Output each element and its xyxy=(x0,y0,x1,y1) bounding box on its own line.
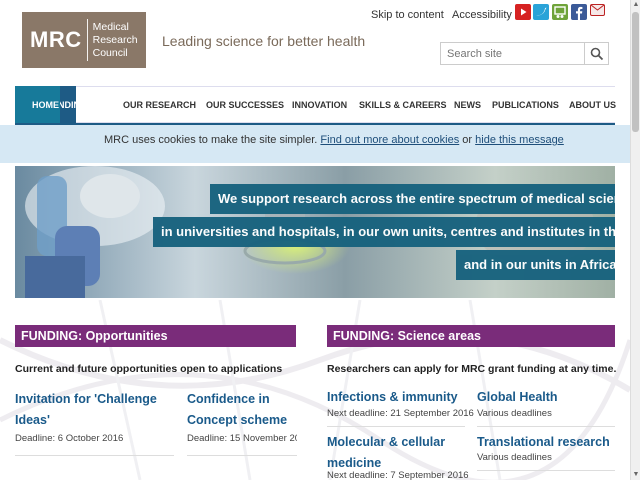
mrc-logo[interactable]: MRC Medical Research Council xyxy=(22,12,146,68)
scroll-down-arrow-icon[interactable]: ▼ xyxy=(631,470,640,480)
area-title-infections-immunity[interactable]: Infections & immunity xyxy=(327,387,458,408)
accessibility-link[interactable]: Accessibility xyxy=(452,9,512,21)
area-deadline: Various deadlines xyxy=(477,408,552,419)
cookie-message: MRC uses cookies to make the site simple… xyxy=(104,134,564,146)
opportunity-title-confidence[interactable]: Confidence in Concept scheme xyxy=(187,389,297,431)
opportunity-title-challenge-ideas[interactable]: Invitation for 'Challenge Ideas' xyxy=(15,389,175,431)
hide-cookie-message-link[interactable]: hide this message xyxy=(475,134,564,146)
nav-home[interactable]: HOME xyxy=(32,100,59,110)
logo-words: Medical Research Council xyxy=(93,21,138,60)
search-icon xyxy=(590,47,604,61)
search-input[interactable] xyxy=(440,42,585,65)
scrollbar-thumb[interactable] xyxy=(632,12,639,132)
card-divider xyxy=(15,455,174,456)
funding-science-areas-heading: FUNDING: Science areas xyxy=(327,325,615,347)
page-scrollbar[interactable]: ▲ ▼ xyxy=(630,0,640,480)
area-deadline: Next deadline: 7 September 2016 xyxy=(327,470,469,480)
area-title-global-health[interactable]: Global Health xyxy=(477,387,558,408)
funding-opportunities-heading: FUNDING: Opportunities xyxy=(15,325,296,347)
area-title-molecular-cellular[interactable]: Molecular & cellular medicine xyxy=(327,432,452,474)
email-icon[interactable] xyxy=(590,4,605,16)
area-title-translational-research[interactable]: Translational research xyxy=(477,432,610,453)
nav-skills-careers[interactable]: SKILLS & CAREERS xyxy=(359,100,447,110)
cookie-info-link[interactable]: Find out more about cookies xyxy=(320,134,459,146)
hero-banner: We support research across the entire sp… xyxy=(15,166,615,298)
cookie-text: MRC uses cookies to make the site simple… xyxy=(104,134,318,146)
hero-text-line-1: We support research across the entire sp… xyxy=(210,184,615,214)
card-divider xyxy=(477,470,615,471)
logo-separator xyxy=(86,19,88,61)
cookie-or: or xyxy=(462,134,473,146)
opportunity-deadline: Deadline: 15 November 2016 xyxy=(187,433,297,444)
scroll-up-arrow-icon[interactable]: ▲ xyxy=(631,0,640,10)
hero-text-line-3: and in our units in Africa. xyxy=(456,250,615,280)
nav-innovation[interactable]: INNOVATION xyxy=(292,100,347,110)
twitter-icon[interactable] xyxy=(533,4,549,20)
logo-line-1: Medical xyxy=(92,20,129,33)
tagline: Leading science for better health xyxy=(162,33,366,49)
hero-text-line-2: in universities and hospitals, in our ow… xyxy=(153,217,615,247)
area-deadline: Various deadlines xyxy=(477,452,552,463)
card-divider xyxy=(327,426,465,427)
logo-line-2: Research xyxy=(92,33,138,46)
card-divider xyxy=(187,455,297,456)
nav-news[interactable]: NEWS xyxy=(454,100,481,110)
opportunity-deadline: Deadline: 6 October 2016 xyxy=(15,433,124,444)
nav-our-research[interactable]: OUR RESEARCH xyxy=(123,100,196,110)
card-divider xyxy=(477,426,615,427)
opportunities-description: Current and future opportunities open to… xyxy=(15,363,283,375)
youtube-icon[interactable] xyxy=(515,4,531,20)
facebook-icon[interactable] xyxy=(571,4,587,21)
search-button[interactable] xyxy=(585,42,609,65)
nav-our-successes[interactable]: OUR SUCCESSES xyxy=(206,100,284,110)
science-areas-description: Researchers can apply for MRC grant fund… xyxy=(327,363,617,375)
nav-funding-clip: FUNDING xyxy=(60,86,76,125)
slideshare-icon[interactable] xyxy=(552,4,568,20)
logo-line-3: Council xyxy=(92,46,128,59)
skip-to-content-link[interactable]: Skip to content xyxy=(371,9,444,21)
logo-mrc-text: MRC xyxy=(30,27,82,52)
nav-about-us[interactable]: ABOUT US xyxy=(569,100,616,110)
area-deadline: Next deadline: 21 September 2016 xyxy=(327,408,474,419)
opportunity-card-clip: Confidence in Concept scheme Deadline: 1… xyxy=(187,389,297,459)
nav-publications[interactable]: PUBLICATIONS xyxy=(492,100,559,110)
nav-funding[interactable]: FUNDING xyxy=(60,100,76,110)
